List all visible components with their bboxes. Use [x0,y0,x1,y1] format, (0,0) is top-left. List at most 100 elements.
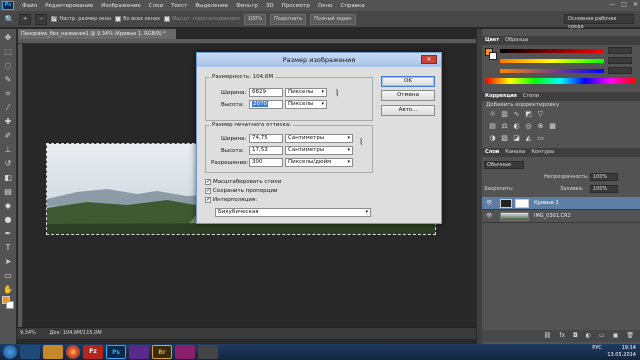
width-unit-select[interactable]: Пикселы [285,88,327,97]
photo-filter-icon[interactable]: ◎ [524,122,533,131]
menu-type[interactable]: Текст [167,3,191,9]
delete-layer-icon[interactable]: 🗑 [626,330,634,342]
green-slider[interactable] [500,59,604,63]
layer-style-icon[interactable]: fx [559,330,565,342]
tab-layers[interactable]: Слои [485,148,499,157]
type-tool-icon[interactable]: T [3,242,14,253]
menu-select[interactable]: Выделение [191,3,232,9]
new-group-icon[interactable]: ▭ [599,330,605,342]
zoom-in-button[interactable]: + [19,13,32,25]
color-balance-icon[interactable]: ⚖ [500,122,509,131]
auto-button[interactable]: Авто... [381,105,435,116]
fit-screen-button[interactable]: Подогнать [270,13,307,25]
cancel-button[interactable]: Отмена [381,90,435,101]
menu-3d[interactable]: 3D [262,3,278,9]
layer-row[interactable]: 👁 IMG_0301.CR2 [482,210,640,223]
background-color-swatch[interactable] [6,301,14,309]
menu-view[interactable]: Просмотр [278,3,314,9]
resolution-field[interactable]: 300 [249,158,283,167]
hue-saturation-icon[interactable]: ▤ [488,122,497,131]
doc-width-unit-select[interactable]: Сантиметры [285,134,353,143]
tab-color[interactable]: Цвет [485,36,499,45]
doc-height-unit-select[interactable]: Сантиметры [285,146,353,155]
hand-tool-icon[interactable]: ✋ [3,284,14,295]
minimize-icon[interactable]: — [609,1,615,8]
blue-value-field[interactable] [608,67,632,74]
new-adjustment-icon[interactable]: ◐ [586,330,591,342]
new-layer-icon[interactable]: ▣ [613,330,619,342]
red-value-field[interactable] [608,47,632,54]
tab-styles[interactable]: Стили [523,92,539,101]
menu-image[interactable]: Изображение [97,3,145,9]
pen-tool-icon[interactable]: ✒ [3,228,14,239]
quick-select-tool-icon[interactable]: ✎ [3,74,14,85]
height-field[interactable]: 2070 [249,100,283,109]
maximize-icon[interactable]: □ [621,1,627,8]
blue-slider[interactable] [500,69,604,73]
zoom-tool-icon[interactable]: 🔍 [4,14,15,25]
green-value-field[interactable] [608,57,632,64]
fill-field[interactable]: 100% [590,185,618,193]
menu-file[interactable]: Файл [18,3,41,9]
bridge-icon[interactable]: Br [152,345,172,359]
filezilla-icon[interactable]: Fz [83,345,103,359]
explorer-icon[interactable] [43,345,63,359]
black-white-icon[interactable]: ◐ [512,122,521,131]
channel-mixer-icon[interactable]: ⊕ [536,122,545,131]
doc-width-field[interactable]: 74,75 [249,134,283,143]
language-indicator[interactable]: РУС [592,345,602,351]
resolution-unit-select[interactable]: Пикселы/дюйм [285,158,353,167]
gradient-map-icon[interactable]: ▭ [536,134,545,143]
dodge-tool-icon[interactable]: ● [3,214,14,225]
menu-window[interactable]: Окно [314,3,337,9]
all-windows-checkbox[interactable]: Во всех окнах [115,16,160,22]
scrubby-zoom-checkbox[interactable]: Масшт. перетаскиванием [163,16,240,22]
crop-tool-icon[interactable]: ⌗ [3,88,14,99]
visibility-eye-icon[interactable]: 👁 [486,210,492,223]
invert-icon[interactable]: ◑ [488,134,497,143]
zoom-100-button[interactable]: 100% [243,13,267,25]
add-mask-icon[interactable]: ◘ [573,330,578,342]
zoom-level[interactable]: 9,34% [20,330,36,336]
document-tab[interactable]: Панорама_без_названия1 @ 9,34% (Кривые 1… [18,29,176,39]
opacity-field[interactable]: 100% [590,173,618,181]
menu-edit[interactable]: Редактирование [41,3,97,9]
color-panel-background-swatch[interactable] [489,52,497,60]
link-layers-icon[interactable]: ⛓ [544,330,552,342]
app-icon[interactable] [175,345,195,359]
resize-windows-checkbox[interactable]: Настр. размер окон [51,15,111,22]
workspace-select[interactable]: Основная рабочая среда [564,14,634,30]
exposure-icon[interactable]: ◩ [524,110,533,119]
tab-paths[interactable]: Контуры [531,148,554,157]
lasso-tool-icon[interactable]: ◌ [3,60,14,71]
height-unit-select[interactable]: Пикселы [285,100,327,109]
width-field[interactable]: 6829 [249,88,283,97]
eraser-tool-icon[interactable]: ◧ [3,172,14,183]
healing-tool-icon[interactable]: ✚ [3,116,14,127]
history-brush-tool-icon[interactable]: ↺ [3,158,14,169]
stamp-tool-icon[interactable]: ⊥ [3,144,14,155]
visual-studio-icon[interactable] [129,345,149,359]
close-icon[interactable]: ✕ [633,1,638,8]
chrome-icon[interactable] [66,345,80,359]
layer-row[interactable]: 👁 Кривые 1 [482,197,640,210]
tab-channels[interactable]: Каналы [505,148,525,157]
blur-tool-icon[interactable]: ◆ [3,200,14,211]
shape-tool-icon[interactable]: ▭ [3,270,14,281]
selective-color-icon[interactable]: ◭ [524,134,533,143]
curves-icon[interactable]: ∿ [512,110,521,119]
scale-styles-checkbox[interactable]: Масштабировать стили [205,178,281,185]
zoom-out-button[interactable]: − [35,13,48,25]
start-button-icon[interactable] [3,345,17,359]
brightness-icon[interactable]: ☼ [488,110,497,119]
dialog-close-button[interactable]: ✕ [421,55,437,64]
threshold-icon[interactable]: ◪ [512,134,521,143]
path-select-tool-icon[interactable]: ➤ [3,256,14,267]
tab-swatches[interactable]: Образцы [505,36,528,45]
brush-tool-icon[interactable]: ✐ [3,130,14,141]
ok-button[interactable]: OK [381,76,435,87]
gradient-tool-icon[interactable]: ▤ [3,186,14,197]
doc-height-field[interactable]: 17,53 [249,146,283,155]
menu-help[interactable]: Справка [336,3,368,9]
color-lookup-icon[interactable]: ▦ [548,122,557,131]
